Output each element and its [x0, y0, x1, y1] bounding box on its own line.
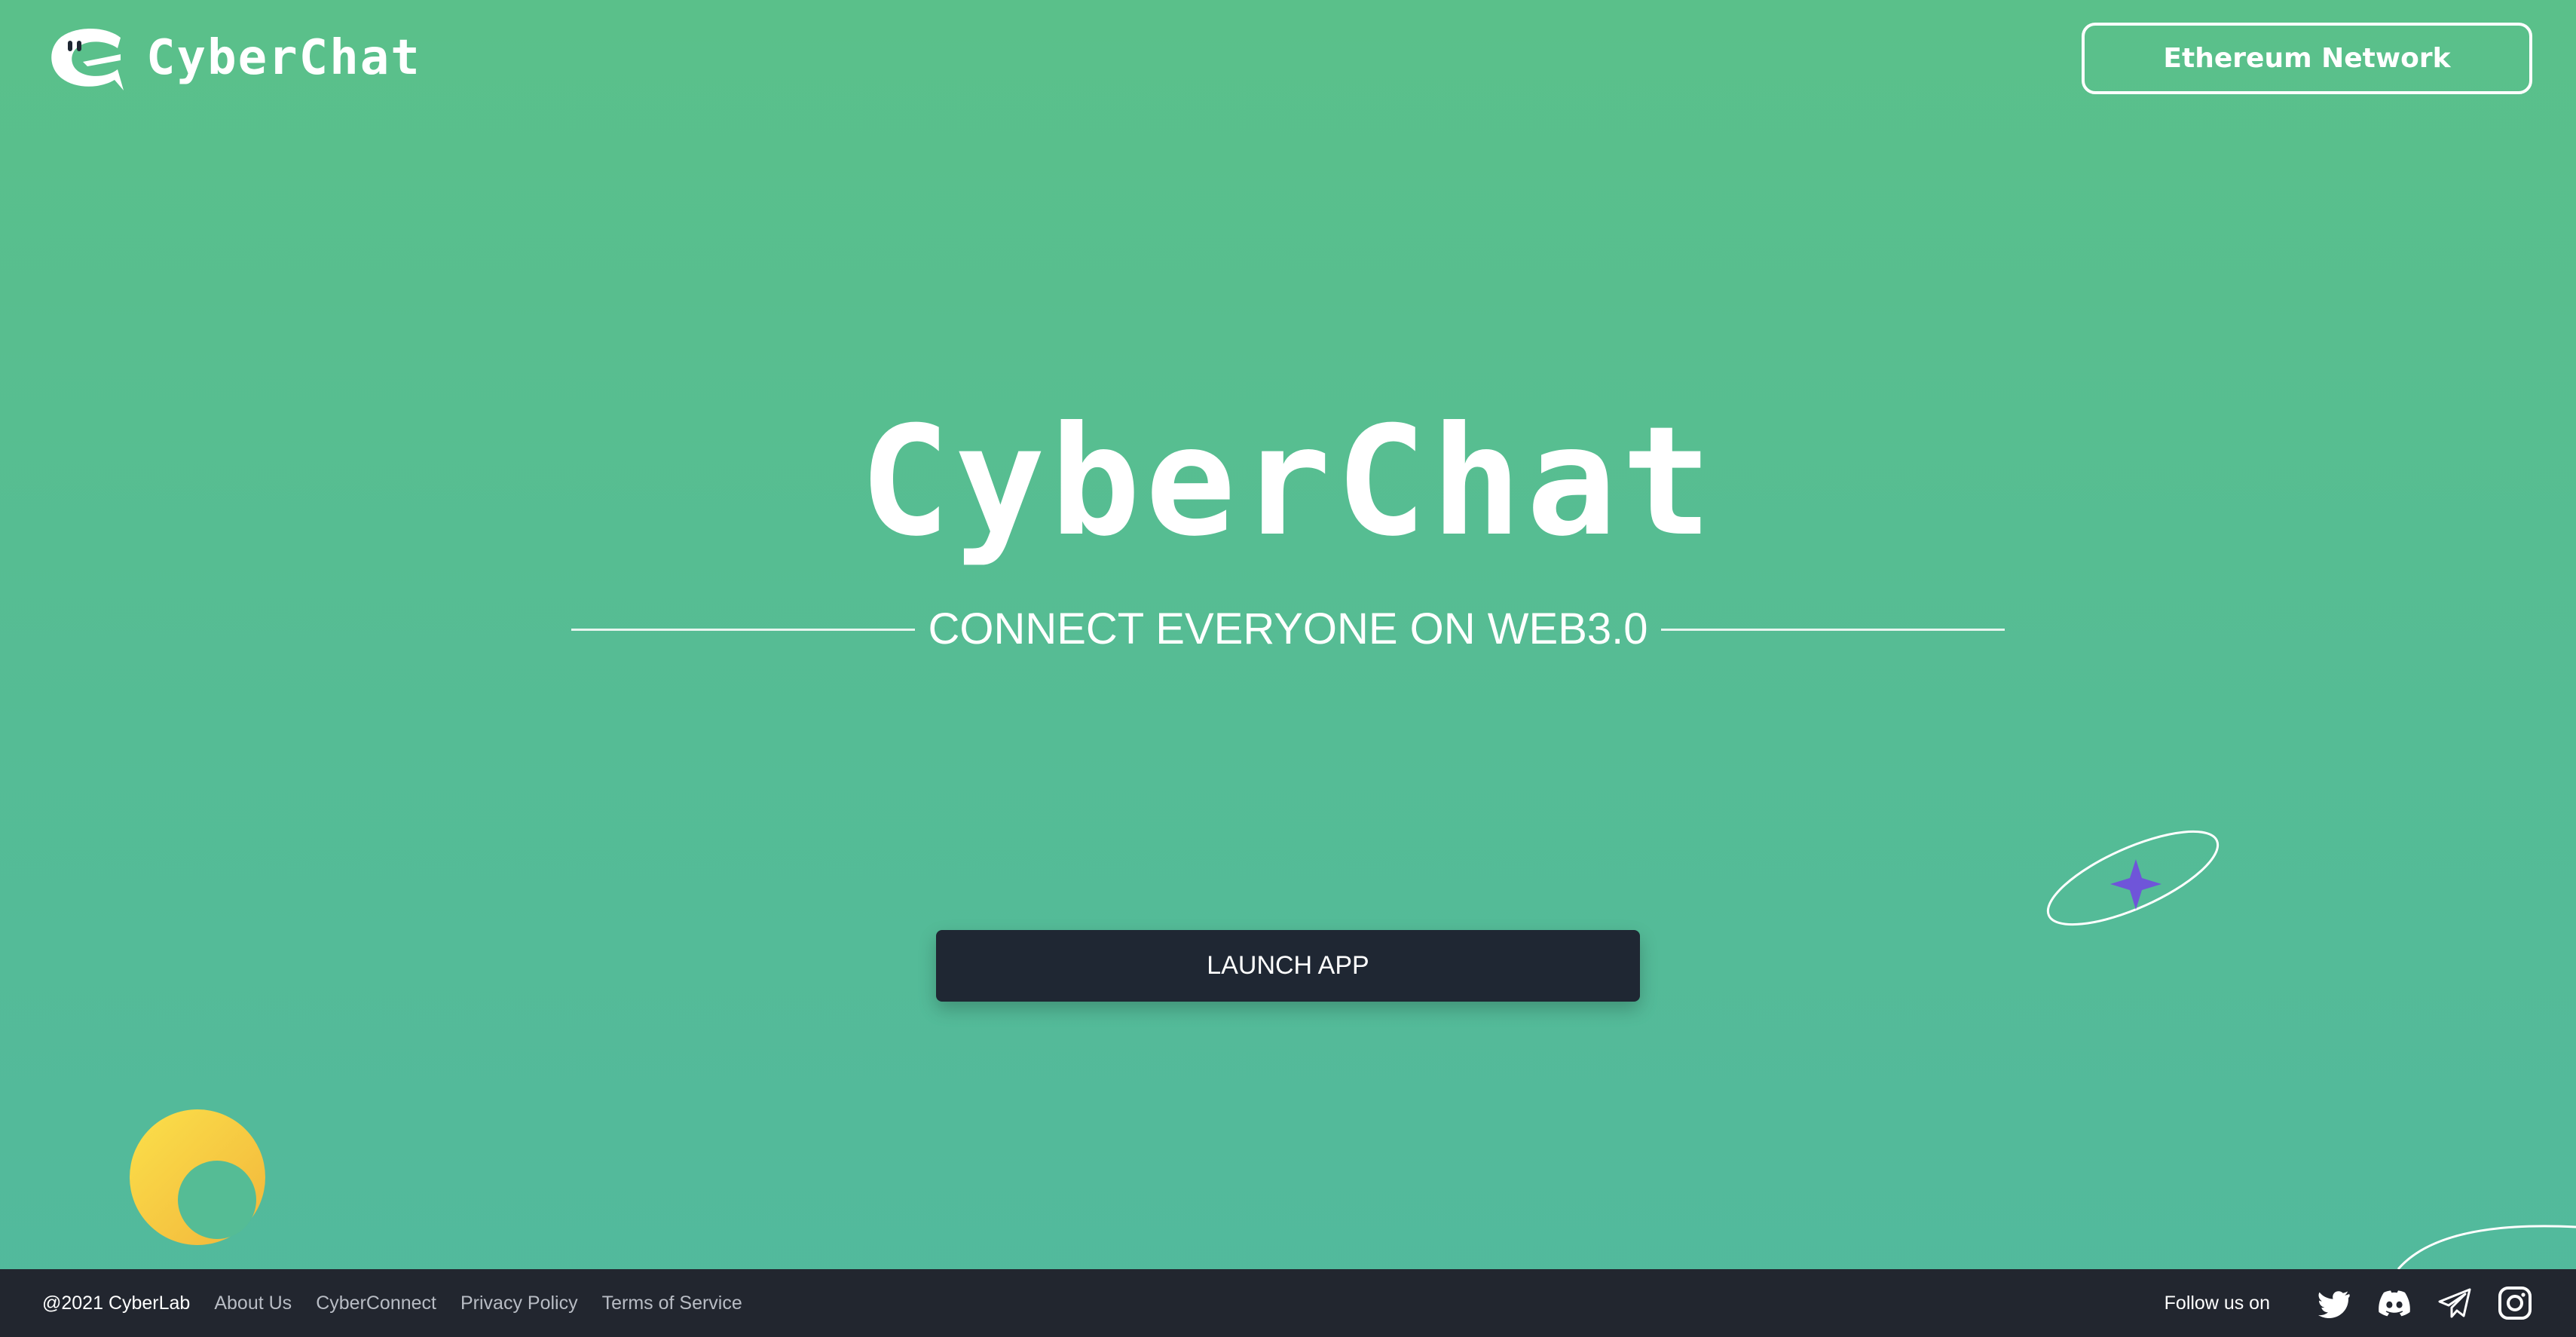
twitter-icon[interactable] — [2315, 1284, 2353, 1322]
logo[interactable]: CyberChat — [45, 24, 421, 92]
footer-link-terms-of-service[interactable]: Terms of Service — [602, 1293, 742, 1314]
moon-icon — [130, 1109, 265, 1245]
footer: @2021 CyberLab About Us CyberConnect Pri… — [0, 1269, 2576, 1337]
footer-link-privacy-policy[interactable]: Privacy Policy — [460, 1293, 578, 1314]
subtitle-divider-left — [571, 629, 915, 631]
footer-links: @2021 CyberLab About Us CyberConnect Pri… — [42, 1293, 766, 1314]
copyright-text: @2021 CyberLab — [42, 1292, 191, 1314]
footer-link-cyberconnect[interactable]: CyberConnect — [316, 1293, 436, 1314]
subtitle-divider-right — [1661, 629, 2005, 631]
footer-link-about-us[interactable]: About Us — [214, 1293, 292, 1314]
social-links: Follow us on — [2165, 1284, 2534, 1322]
discord-icon[interactable] — [2376, 1284, 2413, 1322]
planet-arc-icon — [2397, 1225, 2576, 1269]
hero-subtitle: CONNECT EVERYONE ON WEB3.0 — [928, 604, 1648, 653]
launch-app-button[interactable]: LAUNCH APP — [936, 930, 1640, 1002]
orbit-star-icon — [2046, 830, 2220, 926]
follow-us-label: Follow us on — [2164, 1292, 2270, 1314]
ethereum-network-button[interactable]: Ethereum Network — [2082, 23, 2532, 94]
telegram-icon[interactable] — [2436, 1284, 2474, 1322]
logo-mark-icon — [51, 29, 124, 90]
instagram-icon[interactable] — [2496, 1284, 2534, 1322]
hero-title: CyberChat — [859, 394, 1717, 570]
logo-text: CyberChat — [146, 30, 421, 86]
